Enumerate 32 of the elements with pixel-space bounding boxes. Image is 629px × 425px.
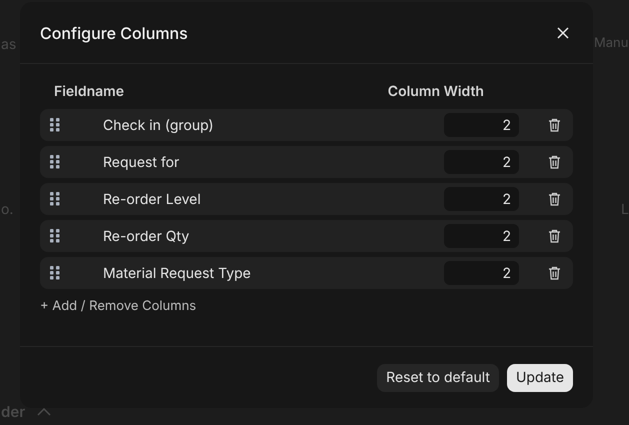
add-remove-columns-link[interactable]: + Add / Remove Columns [40, 297, 196, 316]
field-name: Re-order Qty [103, 226, 190, 246]
delete-button[interactable] [548, 266, 561, 280]
column-header: Fieldname [54, 82, 126, 102]
delete-button[interactable] [548, 155, 561, 169]
width-input[interactable]: 2 [444, 261, 519, 285]
field-name: Re-order Level [103, 190, 202, 210]
close-icon [557, 26, 569, 38]
width-input[interactable]: 2 [444, 187, 519, 211]
drag-handle-icon[interactable] [50, 266, 60, 280]
width-input[interactable]: 2 [444, 150, 519, 174]
field-name: Request for [103, 152, 180, 172]
field-name: Material Request Type [103, 264, 252, 284]
delete-button[interactable] [548, 118, 561, 132]
delete-icon [548, 229, 561, 243]
delete-icon [548, 155, 561, 169]
width-input[interactable]: 2 [444, 113, 519, 137]
delete-icon [548, 266, 561, 280]
column-header: Column Width [388, 82, 484, 102]
width-input[interactable]: 2 [444, 224, 519, 248]
delete-button[interactable] [548, 192, 561, 206]
reset-button[interactable]: Reset to default [377, 364, 499, 392]
update-button[interactable]: Update [506, 364, 573, 392]
delete-icon [548, 118, 561, 132]
delete-icon [548, 192, 561, 206]
drag-handle-icon[interactable] [50, 155, 60, 169]
delete-button[interactable] [548, 229, 561, 243]
drag-handle-icon[interactable] [50, 118, 60, 132]
drag-handle-icon[interactable] [50, 229, 60, 243]
dialog-title: Configure Columns [40, 22, 188, 44]
field-name: Check in (group) [103, 116, 215, 136]
drag-handle-icon[interactable] [50, 192, 60, 206]
